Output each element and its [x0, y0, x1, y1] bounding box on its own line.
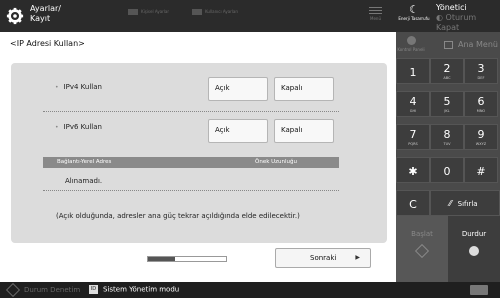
personal-settings-label: Kişisel Ayarlar — [141, 9, 169, 14]
col-link-local-address: Bağlantı-Yerel Adres — [57, 159, 112, 165]
key-1[interactable]: 2 ABC — [430, 58, 464, 84]
key-7[interactable]: 8 TUV — [430, 124, 464, 150]
gear-icon — [406, 36, 416, 45]
page-progress-bar — [147, 256, 227, 262]
divider — [43, 190, 339, 191]
key-3[interactable]: 4 GHI — [396, 91, 430, 117]
status-diamond-icon — [5, 282, 21, 298]
key-letters: ABC — [443, 76, 451, 80]
home-icon — [444, 40, 453, 49]
counter-icon[interactable] — [470, 285, 488, 295]
status-monitor-button[interactable]: Durum Denetim — [5, 282, 81, 298]
menu-label: Menü — [370, 16, 381, 21]
key-digit: ✱ — [408, 165, 418, 178]
info-note: (Açık olduğunda, adresler ana güç tekrar… — [56, 212, 300, 220]
key-10[interactable]: 0 — [430, 157, 464, 183]
system-mode-label: Sistem Yönetim modu — [103, 285, 180, 294]
stop-button[interactable]: Durdur — [448, 216, 500, 282]
page-title: <IP Adresi Kullan> — [10, 39, 85, 48]
key-8[interactable]: 9 WXYZ — [464, 124, 498, 150]
key-4[interactable]: 5 JKL — [430, 91, 464, 117]
admin-name: Yönetici — [436, 3, 467, 12]
user-login-area: Yönetici ◐ Oturum Kapat — [436, 3, 500, 33]
next-button[interactable]: Sonraki ▶ — [275, 248, 371, 268]
key-letters: DEF — [477, 76, 485, 80]
key-digit: 0 — [443, 165, 451, 178]
ipv6-on-button[interactable]: Açık — [208, 119, 268, 143]
key-11[interactable]: # — [464, 157, 498, 183]
stop-icon — [469, 246, 479, 256]
key-digit: # — [476, 165, 486, 178]
reset-button[interactable]: ⁄⁄ Sıfırla — [430, 190, 500, 216]
ipv4-label: IPv4 Kullan — [55, 83, 102, 91]
main-content: <IP Adresi Kullan> IPv4 Kullan Açık Kapa… — [0, 32, 396, 282]
key-letters: TUV — [443, 142, 451, 146]
key-digit: 8 — [443, 128, 451, 141]
energy-saver-button[interactable]: ☾ Enerji Tasarrufu — [396, 3, 432, 22]
divider — [43, 111, 339, 112]
ipv4-on-button[interactable]: Açık — [208, 77, 268, 101]
user-settings-icon — [192, 9, 202, 15]
key-letters: MNO — [476, 109, 486, 113]
key-letters: PQRS — [408, 142, 418, 146]
key-digit: 1 — [409, 66, 417, 79]
next-label: Sonraki — [310, 254, 337, 262]
key-digit: 4 — [409, 95, 417, 108]
key-2[interactable]: 3 DEF — [464, 58, 498, 84]
top-bar: Ayarlar/ Kayıt Kişisel Ayarlar Kullanıcı… — [0, 0, 500, 32]
arrow-right-icon: ▶ — [355, 254, 360, 261]
key-digit: 3 — [477, 62, 485, 75]
logout-button[interactable]: ◐ Oturum Kapat — [436, 13, 500, 33]
logout-icon: ◐ — [436, 13, 446, 22]
home-label: Ana Menü — [458, 40, 498, 49]
key-letters: JKL — [444, 109, 450, 113]
settings-gear-icon — [6, 7, 24, 25]
start-button[interactable]: Başlat — [396, 216, 448, 282]
clear-icon: ⁄⁄ — [449, 199, 452, 208]
stop-label: Durdur — [461, 230, 487, 238]
key-c[interactable]: C — [396, 190, 430, 216]
key-digit: 5 — [443, 95, 451, 108]
start-label: Başlat — [411, 230, 433, 238]
start-icon — [414, 243, 430, 259]
address-value: Alınamadı. — [65, 177, 103, 185]
key-digit: 9 — [477, 128, 485, 141]
col-prefix-length: Önek Uzunluğu — [255, 159, 298, 165]
personal-settings-button[interactable]: Kişisel Ayarlar — [128, 9, 169, 15]
key-letters: WXYZ — [475, 142, 487, 146]
key-digit: 7 — [409, 128, 417, 141]
title-line2: Kayıt — [30, 14, 51, 23]
status-monitor-label: Durum Denetim — [24, 286, 81, 294]
control-panel-label: Kontrol Paneli — [397, 47, 425, 52]
status-bar: Durum Denetim ID Sistem Yönetim modu — [0, 282, 500, 298]
reset-label: Sıfırla — [457, 200, 478, 208]
personal-settings-icon — [128, 9, 138, 15]
user-settings-label: Kullanıcı Ayarları — [205, 9, 239, 14]
id-icon: ID — [89, 285, 98, 294]
key-9[interactable]: ✱ — [396, 157, 430, 183]
ipv6-label: IPv6 Kullan — [55, 123, 102, 131]
key-c-label: C — [409, 198, 417, 211]
key-digit: 2 — [443, 62, 451, 75]
energy-saver-label: Enerji Tasarrufu — [398, 16, 430, 21]
moon-icon: ☾ — [409, 3, 419, 16]
title-line1: Ayarlar/ — [30, 4, 61, 13]
address-table-header: Bağlantı-Yerel Adres Önek Uzunluğu — [43, 157, 339, 168]
user-settings-button[interactable]: Kullanıcı Ayarları — [192, 9, 238, 15]
control-panel: Kontrol Paneli Ana Menü 1 2 ABC 3 DEF 4 GHI 5 JK… — [396, 32, 500, 282]
window-title: Ayarlar/ Kayıt — [30, 4, 61, 24]
key-5[interactable]: 6 MNO — [464, 91, 498, 117]
key-6[interactable]: 7 PQRS — [396, 124, 430, 150]
ipv6-off-button[interactable]: Kapalı — [274, 119, 334, 143]
home-button[interactable]: Ana Menü — [436, 32, 500, 58]
key-0[interactable]: 1 — [396, 58, 430, 84]
progress-fill — [148, 257, 176, 261]
key-digit: 6 — [477, 95, 485, 108]
system-mode-indicator: ID Sistem Yönetim modu — [89, 285, 179, 294]
key-letters: GHI — [409, 109, 417, 113]
control-panel-button[interactable]: Kontrol Paneli — [396, 32, 426, 58]
menu-button[interactable]: Menü — [369, 7, 382, 21]
ipv4-off-button[interactable]: Kapalı — [274, 77, 334, 101]
